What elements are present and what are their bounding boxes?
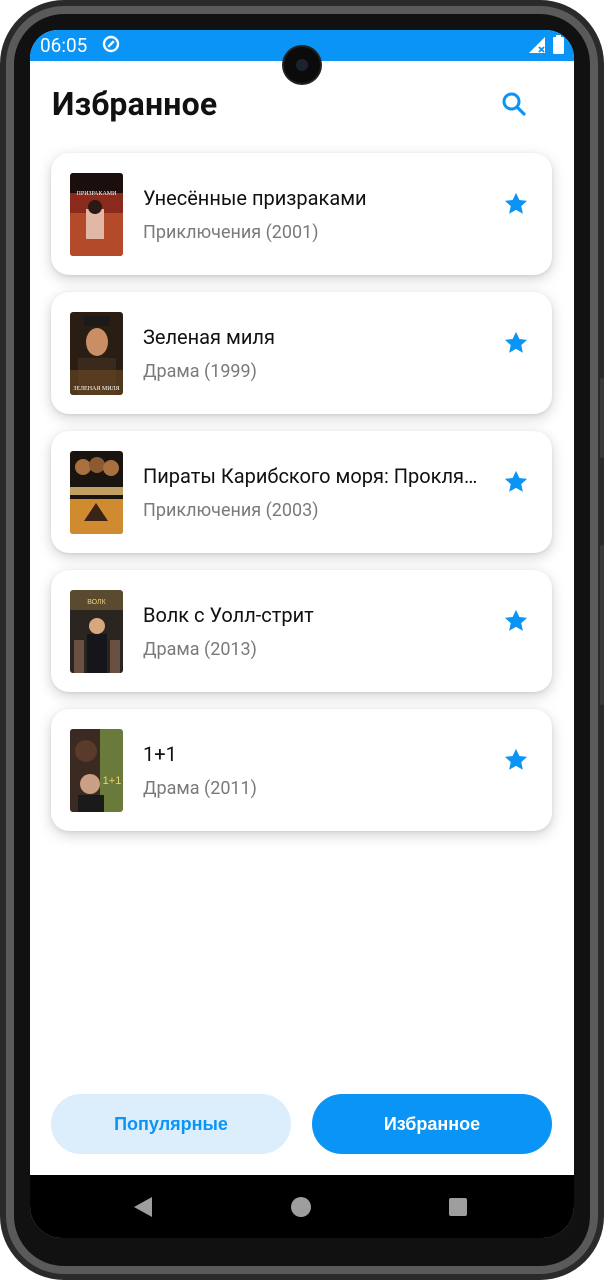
favorite-star-icon[interactable] bbox=[502, 607, 530, 635]
power-button bbox=[600, 545, 604, 705]
movie-poster: ЗЕЛЕНАЯ МИЛЯ bbox=[70, 312, 123, 395]
app-screen: 06:05 Избранное ПРИЗРАКАМИ Унесённые при… bbox=[30, 30, 574, 1238]
movie-poster: ВОЛК bbox=[70, 590, 123, 673]
movie-title: Зеленая миля bbox=[143, 325, 275, 349]
favorite-star-icon[interactable] bbox=[502, 468, 530, 496]
movie-poster: 1+1 bbox=[70, 729, 123, 812]
system-navigation-bar bbox=[30, 1175, 574, 1238]
movie-title: 1+1 bbox=[143, 742, 177, 766]
movie-poster: ПРИЗРАКАМИ bbox=[70, 173, 123, 256]
front-camera bbox=[284, 47, 320, 83]
back-icon[interactable] bbox=[132, 1195, 154, 1219]
popular-tab-button[interactable]: Популярные bbox=[51, 1094, 291, 1154]
signal-icon bbox=[529, 37, 545, 53]
movie-card[interactable]: ЗЕЛЕНАЯ МИЛЯ Зеленая миля Драма (1999) bbox=[51, 292, 552, 414]
favorite-star-icon[interactable] bbox=[502, 190, 530, 218]
movie-title: Волк с Уолл-стрит bbox=[143, 603, 314, 627]
search-icon bbox=[502, 92, 526, 116]
volume-button bbox=[600, 378, 604, 458]
battery-icon bbox=[553, 35, 564, 54]
movie-card[interactable]: 1+1 1+1 Драма (2011) bbox=[51, 709, 552, 831]
movie-title: Унесённые призраками bbox=[143, 186, 367, 210]
favorite-star-icon[interactable] bbox=[502, 329, 530, 357]
home-icon[interactable] bbox=[291, 1197, 311, 1217]
favorite-star-icon[interactable] bbox=[502, 746, 530, 774]
recent-apps-icon[interactable] bbox=[449, 1198, 467, 1216]
poster-text: ПРИЗРАКАМИ bbox=[77, 191, 118, 197]
movie-genre-year: Приключения (2003) bbox=[143, 500, 319, 521]
search-button[interactable] bbox=[496, 86, 532, 122]
status-time: 06:05 bbox=[40, 34, 88, 57]
movie-title: Пираты Карибского моря: Проклятие Черной… bbox=[143, 464, 483, 488]
movie-card[interactable]: Пираты Карибского моря: Проклятие Черной… bbox=[51, 431, 552, 553]
poster-text: 1+1 bbox=[103, 775, 122, 787]
page-title: Избранное bbox=[52, 85, 218, 123]
movie-card[interactable]: ПРИЗРАКАМИ Унесённые призраками Приключе… bbox=[51, 153, 552, 275]
movie-genre-year: Драма (2013) bbox=[143, 639, 257, 660]
movie-genre-year: Приключения (2001) bbox=[143, 222, 319, 243]
movie-genre-year: Драма (1999) bbox=[143, 361, 257, 382]
favorites-tab-button[interactable]: Избранное bbox=[312, 1094, 552, 1154]
poster-text: ВОЛК bbox=[87, 599, 106, 606]
movie-poster bbox=[70, 451, 123, 534]
sync-icon bbox=[102, 35, 120, 53]
movie-genre-year: Драма (2011) bbox=[143, 778, 257, 799]
movie-card[interactable]: ВОЛК Волк с Уолл-стрит Драма (2013) bbox=[51, 570, 552, 692]
poster-text: ЗЕЛЕНАЯ МИЛЯ bbox=[73, 386, 119, 392]
